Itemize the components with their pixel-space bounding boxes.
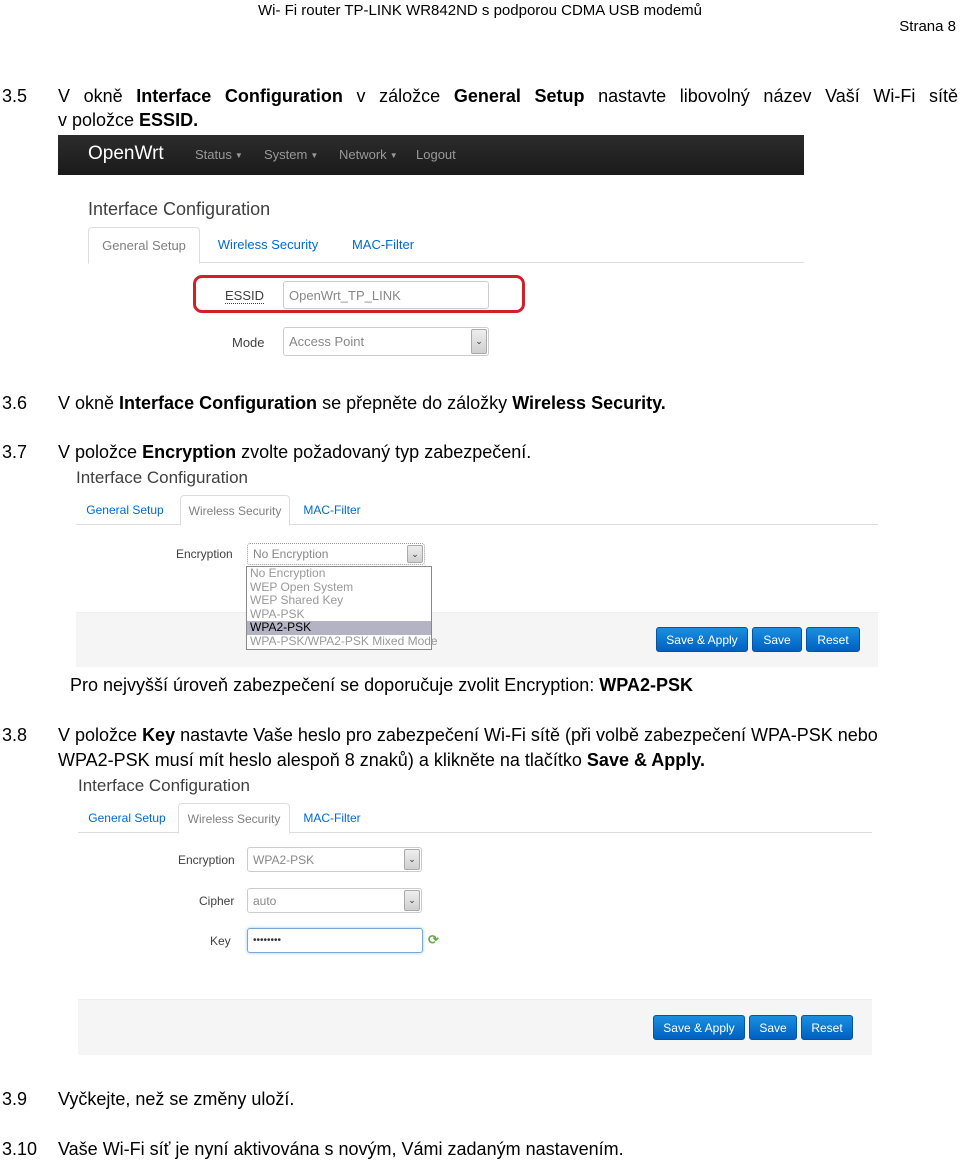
step-number: 3.7 <box>2 442 28 462</box>
nav-network[interactable]: Network ▼ <box>339 147 398 162</box>
step-3-7: 3.7 V položce Encryption zvolte požadova… <box>2 440 960 464</box>
encryption-label: Encryption <box>176 547 233 561</box>
document-header: Wi- Fi router TP-LINK WR842ND s podporou… <box>257 2 703 19</box>
encryption-dropdown: No Encryption WEP Open System WEP Shared… <box>246 566 438 650</box>
reset-button[interactable]: Reset <box>801 1015 853 1040</box>
tab-bar: General Setup Wireless Security MAC-Filt… <box>88 227 804 264</box>
step-number: 3.6 <box>2 393 28 413</box>
save-button[interactable]: Save <box>749 1015 797 1040</box>
cipher-select[interactable]: auto ⌄ <box>247 888 422 913</box>
nav-status[interactable]: Status ▼ <box>195 147 243 162</box>
tab-wireless-security[interactable]: Wireless Security <box>178 803 290 834</box>
cipher-label: Cipher <box>199 894 235 908</box>
encryption-select[interactable]: WPA2-PSK ⌄ <box>247 847 422 872</box>
save-apply-button[interactable]: Save & Apply <box>653 1015 745 1040</box>
tab-mac-filter[interactable]: MAC-Filter <box>300 803 364 833</box>
tab-general-setup[interactable]: General Setup <box>84 803 170 833</box>
tab-mac-filter[interactable]: MAC-Filter <box>300 495 364 525</box>
essid-input[interactable]: OpenWrt_TP_LINK <box>283 281 489 309</box>
tab-bar: General Setup Wireless Security MAC-Filt… <box>78 803 872 834</box>
navbar: OpenWrt Status ▼ System ▼ Network ▼ Logout <box>58 135 804 175</box>
page-title: Interface Configuration <box>76 468 248 487</box>
action-bar: Save & Apply Save Reset <box>78 999 872 1055</box>
action-bar: Save & Apply Save Reset <box>76 612 878 667</box>
screenshot-wireless-security-dropdown: Interface Configuration General Setup Wi… <box>76 467 878 667</box>
dropdown-option-selected[interactable]: WPA2-PSK <box>247 621 431 635</box>
mode-select[interactable]: Access Point ⌄ <box>283 327 489 356</box>
caret-down-icon: ▼ <box>389 151 398 161</box>
dropdown-option[interactable]: No Encryption <box>247 566 431 581</box>
tab-general-setup[interactable]: General Setup <box>82 495 168 525</box>
step-text-line1: V položce Key nastavte Vaše heslo pro za… <box>58 725 878 745</box>
key-label: Key <box>210 934 231 948</box>
tab-bar: General Setup Wireless Security MAC-Filt… <box>76 495 878 526</box>
step-text-line2: WPA2-PSK musí mít heslo alespoň 8 znaků)… <box>58 750 705 770</box>
caret-down-icon: ▼ <box>310 151 319 161</box>
nav-logout[interactable]: Logout <box>416 147 456 162</box>
step-number: 3.8 <box>2 725 28 745</box>
encryption-select[interactable]: No Encryption ⌄ <box>247 543 425 565</box>
step-text: V položce Encryption zvolte požadovaný t… <box>58 442 532 462</box>
nav-system[interactable]: System ▼ <box>264 147 318 162</box>
step-3-6: 3.6 V okně Interface Configuration se př… <box>2 391 960 415</box>
step-text: V okně Interface Configuration se přepně… <box>58 393 666 413</box>
chevron-down-icon: ⌄ <box>404 849 420 870</box>
step-3-8: 3.8 V položce Key nastavte Vaše heslo pr… <box>2 723 960 773</box>
screenshot-wireless-security-key: Interface Configuration General Setup Wi… <box>78 775 872 1055</box>
chevron-down-icon: ⌄ <box>404 890 420 911</box>
refresh-icon[interactable]: ⟳ <box>428 932 439 948</box>
step-number: 3.9 <box>2 1089 28 1109</box>
step-text-line2: v položce ESSID. <box>58 110 199 130</box>
chevron-down-icon: ⌄ <box>407 545 423 563</box>
step-3-9: 3.9 Vyčkejte, než se změny uloží. <box>2 1087 960 1111</box>
step-text: Vaše Wi-Fi síť je nyní aktivována s nový… <box>58 1139 624 1159</box>
encryption-label: Encryption <box>178 853 235 867</box>
page-title: Interface Configuration <box>88 199 271 219</box>
step-text: Vyčkejte, než se změny uloží. <box>58 1089 295 1109</box>
tab-general-setup[interactable]: General Setup <box>88 227 200 264</box>
tab-wireless-security[interactable]: Wireless Security <box>180 495 290 526</box>
save-button[interactable]: Save <box>752 627 802 652</box>
dropdown-option[interactable]: WEP Open System <box>247 580 431 595</box>
page-number: Strana 8 <box>899 18 956 35</box>
step-number: 3.5 <box>2 86 28 106</box>
essid-label: ESSID <box>225 288 265 304</box>
step-3-5: 3.5 V okně Interface Configuration v zál… <box>2 84 960 134</box>
step-3-10: 3.10 Vaše Wi-Fi síť je nyní aktivována s… <box>2 1137 960 1161</box>
save-apply-button[interactable]: Save & Apply <box>656 627 748 652</box>
tab-mac-filter[interactable]: MAC-Filter <box>338 227 428 263</box>
brand-logo[interactable]: OpenWrt <box>88 143 164 165</box>
step-number: 3.10 <box>2 1139 38 1159</box>
dropdown-option[interactable]: WPA-PSK/WPA2-PSK Mixed Mode <box>247 634 438 649</box>
chevron-down-icon: ⌄ <box>471 329 487 354</box>
reset-button[interactable]: Reset <box>806 627 860 652</box>
step-text-line1: V okně Interface Configuration v záložce… <box>58 86 958 106</box>
dropdown-option[interactable]: WEP Shared Key <box>247 594 431 608</box>
recommendation-note: Pro nejvyšší úroveň zabezpečení se dopor… <box>70 675 693 695</box>
mode-label: Mode <box>232 335 265 350</box>
dropdown-option[interactable]: WPA-PSK <box>247 607 431 622</box>
key-input[interactable]: •••••••• <box>247 928 423 953</box>
page-title: Interface Configuration <box>78 776 250 795</box>
screenshot-general-setup: OpenWrt Status ▼ System ▼ Network ▼ Logout … <box>58 135 804 365</box>
caret-down-icon: ▼ <box>234 151 243 161</box>
tab-wireless-security[interactable]: Wireless Security <box>208 227 328 263</box>
